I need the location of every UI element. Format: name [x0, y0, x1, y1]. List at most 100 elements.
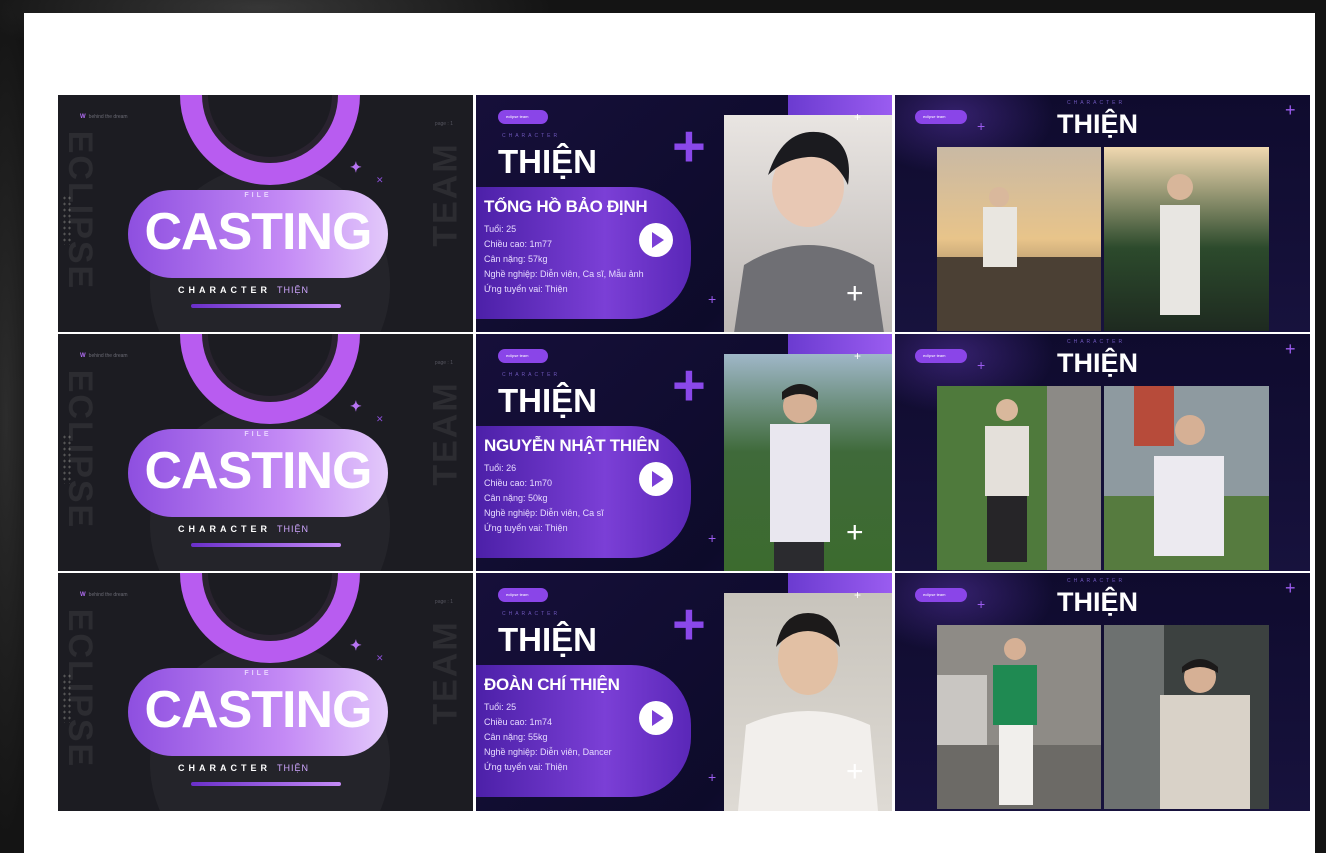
- plus-icon: +: [708, 530, 717, 546]
- character-label: CHARACTER: [178, 763, 271, 773]
- team-chip: eclipse team: [915, 349, 967, 363]
- brand-mark: W: [80, 114, 86, 120]
- plus-icon: +: [846, 516, 864, 549]
- page-label: page : 1: [434, 121, 453, 127]
- team-chip: eclipse team: [915, 588, 967, 602]
- gallery-photo-1: [937, 147, 1101, 331]
- gallery-panel: eclipse team CHARACTER THIỆN + +: [895, 95, 1310, 332]
- gallery-panel: eclipse team CHARACTER THIỆN + +: [895, 573, 1310, 811]
- actor-photo: [724, 593, 892, 811]
- casting-title: CASTING: [144, 442, 373, 500]
- info-role: Ứng tuyển vai: Thiện: [484, 762, 568, 772]
- character-name: THIỆN: [277, 285, 309, 295]
- play-button[interactable]: [639, 223, 673, 257]
- plus-icon: +: [846, 755, 864, 788]
- page-label: page : 1: [434, 360, 453, 366]
- play-button[interactable]: [639, 462, 673, 496]
- actor-info: Tuổi: 26 Chiều cao: 1m70 Cân nặng: 50kg …: [484, 461, 604, 536]
- purple-ring: [180, 573, 360, 663]
- page-label: page : 1: [434, 599, 453, 605]
- plus-icon: +: [1285, 578, 1296, 598]
- character-label: CHARACTER: [502, 372, 561, 378]
- role-name: THIỆN: [1057, 109, 1138, 139]
- brand-mark: W: [80, 592, 86, 598]
- vertical-text-left: ECLIPSE: [61, 369, 100, 530]
- plus-icon: +: [1285, 100, 1296, 120]
- info-height: Chiều cao: 1m74: [484, 717, 553, 727]
- vertical-text-left: ECLIPSE: [61, 130, 100, 291]
- file-label: FILE: [244, 431, 272, 438]
- plus-icon: +: [672, 592, 706, 657]
- character-label: CHARACTER: [178, 285, 271, 295]
- plus-icon: +: [846, 277, 864, 310]
- profile-panel: eclipse team CHARACTER THIỆN + ĐOÀN CHÍ …: [476, 573, 892, 811]
- sparkle-icon: ✦: [350, 637, 362, 653]
- sparkle-icon: ✕: [376, 414, 384, 424]
- brand-text: behind the dream: [88, 114, 128, 120]
- plus-icon: +: [1285, 339, 1296, 359]
- role-name: THIỆN: [1057, 587, 1138, 617]
- info-height: Chiều cao: 1m70: [484, 478, 553, 488]
- purple-ring: [180, 95, 360, 185]
- info-role: Ứng tuyển vai: Thiện: [484, 523, 568, 533]
- character-line: CHARACTER THIỆN: [178, 285, 378, 295]
- file-label: FILE: [244, 192, 272, 199]
- character-name: THIỆN: [277, 524, 309, 534]
- profile-panel: eclipse team CHARACTER THIỆN + TỐNG HỒ B…: [476, 95, 892, 332]
- plus-icon: +: [672, 114, 706, 179]
- casting-grid: ECLIPSE TEAM Wbehind the dream page : 1 …: [58, 95, 1310, 811]
- plus-icon: +: [977, 357, 986, 373]
- plus-icon: +: [854, 110, 862, 124]
- info-job: Nghề nghiệp: Diễn viên, Dancer: [484, 747, 612, 757]
- accent-bar: [191, 304, 341, 308]
- gallery-photo-2: [1104, 147, 1269, 331]
- plus-icon: +: [854, 588, 862, 602]
- gallery-panel: eclipse team CHARACTER THIỆN + +: [895, 334, 1310, 571]
- actor-photo: [724, 115, 892, 332]
- character-label: CHARACTER: [178, 524, 271, 534]
- character-line: CHARACTER THIỆN: [178, 524, 378, 534]
- sparkle-icon: ✦: [350, 159, 362, 175]
- vertical-text-right: TEAM: [426, 620, 465, 725]
- actor-name: ĐOÀN CHÍ THIỆN: [484, 675, 620, 694]
- plus-icon: +: [708, 769, 717, 785]
- play-button[interactable]: [639, 701, 673, 735]
- purple-ring: [180, 334, 360, 424]
- file-label: FILE: [244, 670, 272, 677]
- role-name: THIỆN: [498, 382, 597, 419]
- info-height: Chiều cao: 1m77: [484, 239, 553, 249]
- plus-icon: +: [854, 349, 862, 363]
- team-chip: eclipse team: [915, 110, 967, 124]
- plus-icon: +: [708, 291, 717, 307]
- info-age: Tuổi: 25: [484, 702, 517, 712]
- casting-cover-panel: ECLIPSE TEAM Wbehind the dream page : 1 …: [58, 95, 473, 332]
- character-name: THIỆN: [277, 763, 309, 773]
- actor-photo: [724, 354, 892, 571]
- sparkle-icon: ✕: [376, 653, 384, 663]
- actor-info: Tuổi: 25 Chiều cao: 1m74 Cân nặng: 55kg …: [484, 700, 612, 775]
- sparkle-icon: ✦: [350, 398, 362, 414]
- role-name: THIỆN: [498, 143, 597, 180]
- character-label: CHARACTER: [502, 133, 561, 139]
- gallery-photo-1: [937, 386, 1101, 570]
- brand: Wbehind the dream: [80, 353, 128, 359]
- vertical-text-right: TEAM: [426, 142, 465, 247]
- accent-bar: [191, 782, 341, 786]
- character-label: CHARACTER: [1067, 100, 1126, 106]
- character-label: CHARACTER: [1067, 578, 1126, 584]
- sparkle-icon: ✕: [376, 175, 384, 185]
- gallery-photo-2: [1104, 386, 1269, 570]
- character-label: CHARACTER: [1067, 339, 1126, 345]
- brand-mark: W: [80, 353, 86, 359]
- accent-bar: [191, 543, 341, 547]
- team-chip: eclipse team: [498, 349, 548, 363]
- role-name: THIỆN: [1057, 348, 1138, 378]
- profile-panel: eclipse team CHARACTER THIỆN + NGUYỄN NH…: [476, 334, 892, 571]
- character-line: CHARACTER THIỆN: [178, 763, 378, 773]
- brand-text: behind the dream: [88, 592, 128, 598]
- brand: Wbehind the dream: [80, 592, 128, 598]
- info-age: Tuổi: 26: [484, 463, 517, 473]
- brand: Wbehind the dream: [80, 114, 128, 120]
- gallery-photo-1: [937, 625, 1101, 809]
- team-chip: eclipse team: [498, 110, 548, 124]
